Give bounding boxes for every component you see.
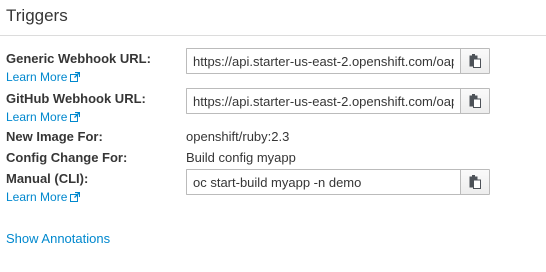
learn-more-text: Learn More: [6, 110, 68, 124]
config-change-value: Build config myapp: [186, 150, 296, 165]
external-link-icon: [70, 112, 81, 122]
clipboard-icon: [469, 175, 481, 189]
copy-github-webhook-button[interactable]: [460, 88, 490, 114]
new-image-label: New Image For:: [6, 129, 103, 144]
clipboard-icon: [469, 94, 481, 108]
manual-cli-command-input[interactable]: [186, 169, 460, 195]
github-webhook-url-input[interactable]: [186, 88, 460, 114]
github-webhook-learn-more-link[interactable]: Learn More: [6, 110, 81, 124]
manual-cli-label: Manual (CLI):: [6, 171, 89, 186]
copy-manual-cli-button[interactable]: [460, 169, 490, 195]
new-image-value: openshift/ruby:2.3: [186, 129, 290, 144]
copy-generic-webhook-button[interactable]: [460, 48, 490, 74]
config-change-label: Config Change For:: [6, 150, 128, 165]
generic-webhook-label: Generic Webhook URL:: [6, 51, 151, 66]
external-link-icon: [70, 72, 81, 82]
generic-webhook-url-input[interactable]: [186, 48, 460, 74]
external-link-icon: [70, 192, 81, 202]
manual-cli-learn-more-link[interactable]: Learn More: [6, 190, 81, 204]
manual-cli-field-group: [186, 169, 490, 195]
learn-more-text: Learn More: [6, 70, 68, 84]
github-webhook-label: GitHub Webhook URL:: [6, 91, 146, 106]
generic-webhook-learn-more-link[interactable]: Learn More: [6, 70, 81, 84]
section-divider: [0, 35, 546, 36]
show-annotations-link[interactable]: Show Annotations: [6, 231, 110, 246]
clipboard-icon: [469, 54, 481, 68]
section-title: Triggers: [6, 6, 68, 25]
generic-webhook-field-group: [186, 48, 490, 74]
github-webhook-field-group: [186, 88, 490, 114]
learn-more-text: Learn More: [6, 190, 68, 204]
